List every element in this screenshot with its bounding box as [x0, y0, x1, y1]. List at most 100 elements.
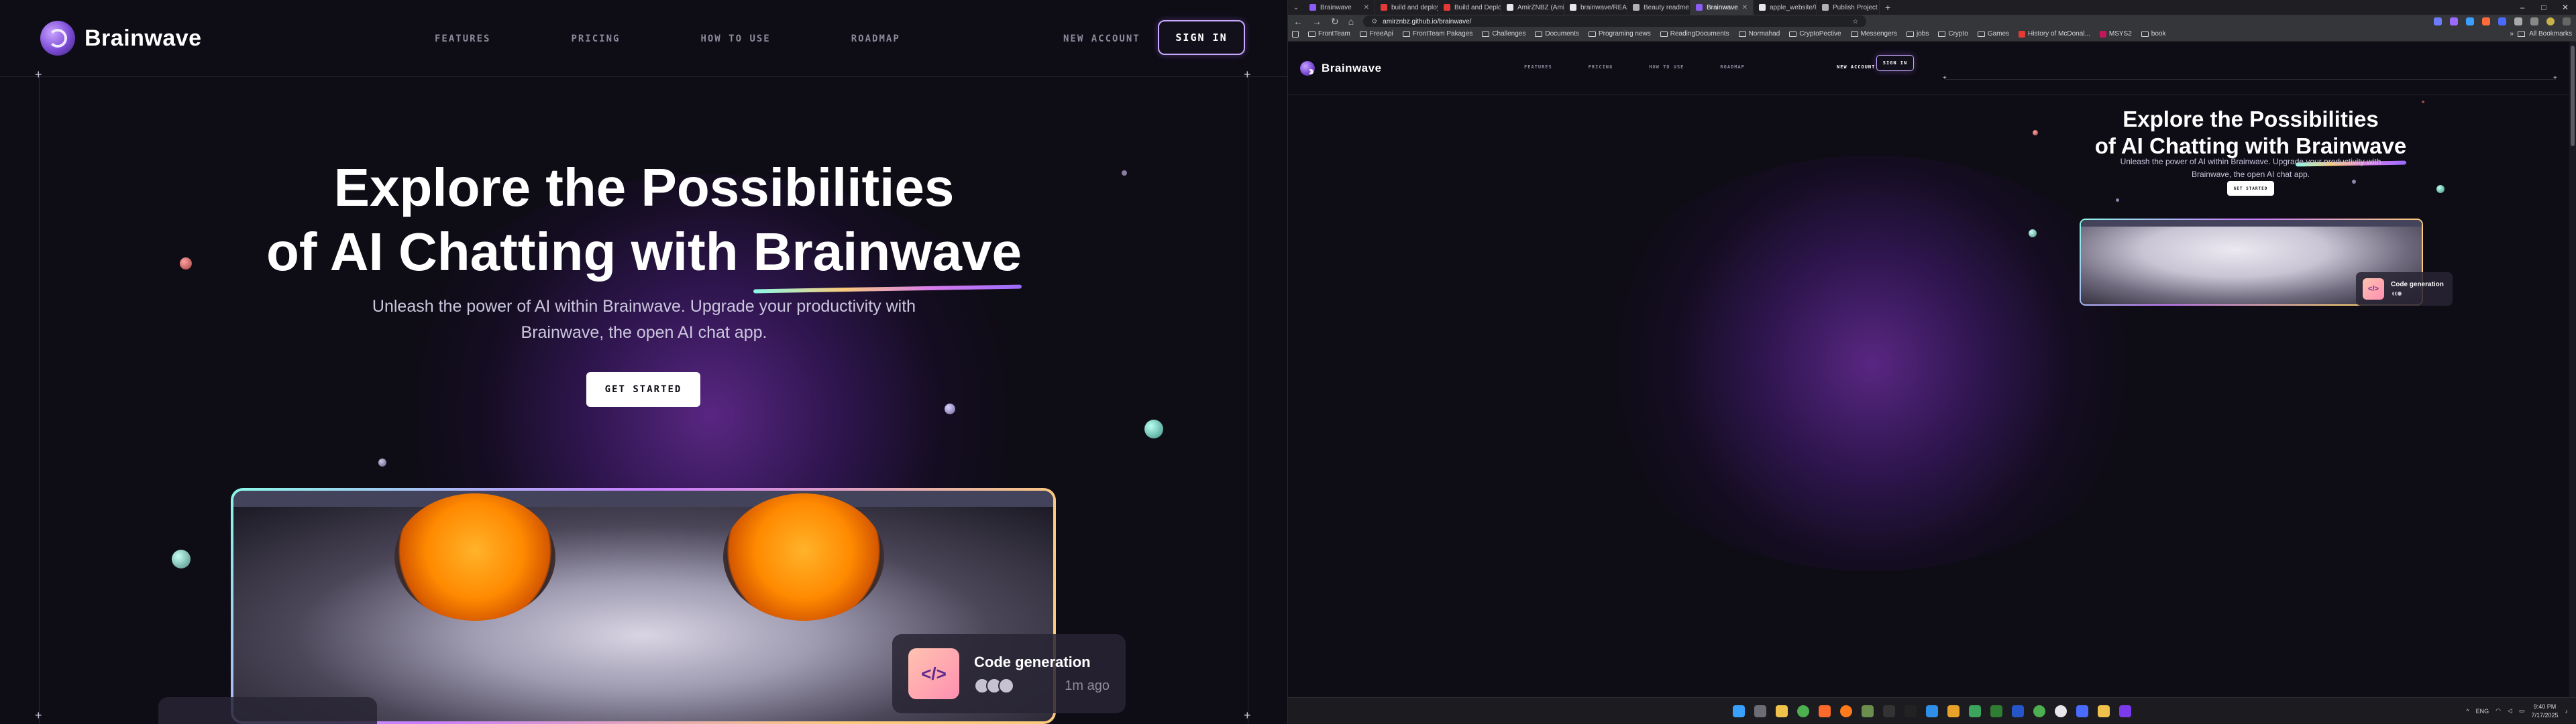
hero-title-accent: Brainwave — [753, 220, 1022, 284]
sign-in-button[interactable]: SIGN IN — [1876, 55, 1914, 71]
close-icon[interactable]: ✕ — [1742, 4, 1748, 11]
browser-tab[interactable]: apple_website/READ✕ — [1754, 0, 1817, 15]
browser-tab[interactable]: build and deploy 3 m✕ — [1375, 0, 1438, 15]
bookmark-folder[interactable]: Programing news — [1588, 30, 1651, 38]
extension-icon[interactable] — [2482, 17, 2490, 25]
nav-pricing[interactable]: PRICING — [1589, 64, 1613, 70]
app-icon[interactable] — [1990, 705, 2002, 717]
minimize-icon[interactable]: – — [2512, 0, 2533, 15]
bookmark-label: Games — [1987, 30, 2010, 38]
nav-features[interactable]: FEATURES — [435, 34, 490, 44]
brand-logo[interactable]: Brainwave — [40, 21, 202, 56]
get-started-button[interactable]: GET STARTED — [586, 372, 700, 407]
extensions-puzzle-icon[interactable] — [2514, 17, 2522, 25]
extension-icon[interactable] — [2434, 17, 2442, 25]
app-icon[interactable] — [1969, 705, 1981, 717]
apps-grid-icon[interactable] — [1292, 30, 1299, 38]
extension-icon[interactable] — [2498, 17, 2506, 25]
nav-roadmap[interactable]: ROADMAP — [1720, 64, 1745, 70]
hero-title-prefix: of AI Chatting with — [266, 222, 753, 282]
app-icon[interactable] — [2012, 705, 2024, 717]
wifi-icon[interactable]: ◠ — [2496, 707, 2501, 715]
chrome-icon[interactable] — [1797, 705, 1809, 717]
more-bookmarks-icon[interactable]: » — [2510, 30, 2514, 38]
bookmark-folder[interactable]: Crypto — [1938, 30, 1968, 38]
app-icon[interactable] — [1947, 705, 1960, 717]
bookmark-folder[interactable]: book — [2141, 30, 2165, 38]
code-generation-card: </> Code generation 1m ago — [892, 634, 1126, 713]
page-scrollbar[interactable] — [2569, 42, 2576, 699]
new-account-link[interactable]: NEW ACCOUNT — [1837, 64, 1875, 70]
bookmark-folder[interactable]: jobs — [1907, 30, 1929, 38]
app-icon[interactable] — [1862, 705, 1874, 717]
browser-tab[interactable]: Publish Project In Git✕ — [1817, 0, 1880, 15]
site-info-icon[interactable]: ⚙ — [1371, 18, 1377, 25]
browser-tab[interactable]: brainwave/README.m✕ — [1564, 0, 1627, 15]
nav-features[interactable]: FEATURES — [1524, 64, 1552, 70]
close-icon[interactable]: ✕ — [1364, 4, 1369, 11]
all-bookmarks[interactable]: » All Bookmarks — [2510, 30, 2572, 38]
terminal-icon[interactable] — [1883, 705, 1895, 717]
bookmark-folder[interactable]: Messengers — [1850, 30, 1897, 38]
taskbar-clock[interactable]: 9:40 PM 7/17/2025 — [2531, 703, 2558, 719]
new-account-link[interactable]: NEW ACCOUNT — [1063, 34, 1140, 44]
brand-logo[interactable]: Brainwave — [1300, 60, 1382, 76]
mail-icon[interactable] — [2076, 705, 2088, 717]
get-started-button[interactable]: GET STARTED — [2227, 181, 2274, 196]
nav-pricing[interactable]: PRICING — [571, 34, 620, 44]
tab-search-icon[interactable]: ⌄ — [1288, 4, 1304, 11]
app-icon[interactable] — [2119, 705, 2131, 717]
extension-icon[interactable] — [2466, 17, 2474, 25]
volume-icon[interactable]: ◁ — [2508, 707, 2512, 715]
file-explorer-icon[interactable] — [1776, 705, 1788, 717]
new-tab-icon[interactable]: + — [1885, 2, 1890, 13]
sidebar-icon[interactable] — [2530, 17, 2538, 25]
bookmark-folder[interactable]: Normahad — [1738, 30, 1780, 38]
bookmark-folder[interactable]: FrontTeam Pakages — [1402, 30, 1472, 38]
back-icon[interactable]: ← — [1293, 16, 1303, 27]
firefox-icon[interactable] — [1840, 705, 1852, 717]
menu-dots-icon[interactable] — [2563, 17, 2571, 25]
bookmark-folder[interactable]: Games — [1977, 30, 2010, 38]
browser-tab[interactable]: Brainwave ✕ — [1304, 0, 1375, 15]
nav-how-to-use[interactable]: HOW TO USE — [700, 34, 770, 44]
vscode-icon[interactable] — [1926, 705, 1938, 717]
nav-roadmap[interactable]: ROADMAP — [851, 34, 900, 44]
bookmark-star-icon[interactable]: ☆ — [1852, 18, 1858, 25]
scrollbar-thumb[interactable] — [2571, 46, 2575, 146]
app-icon[interactable] — [2098, 705, 2110, 717]
battery-icon[interactable]: ▭ — [2519, 707, 2525, 715]
bookmark-folder[interactable]: CryptoPective — [1789, 30, 1841, 38]
folder-icon — [1660, 31, 1668, 37]
profile-avatar[interactable] — [2546, 17, 2555, 25]
browser-tab[interactable]: AmirZNBZ (Amirsalar✕ — [1501, 0, 1564, 15]
start-menu-icon[interactable] — [1733, 705, 1745, 717]
extension-icon[interactable] — [2450, 17, 2458, 25]
home-icon[interactable]: ⌂ — [1348, 16, 1354, 27]
browser-tab-active[interactable]: Brainwave ✕ — [1690, 0, 1754, 15]
reload-icon[interactable]: ↻ — [1331, 16, 1339, 27]
close-window-icon[interactable]: ✕ — [2555, 0, 2576, 15]
bookmark-folder[interactable]: FrontTeam — [1308, 30, 1350, 38]
bookmark-folder[interactable]: Challenges — [1482, 30, 1525, 38]
sign-in-button[interactable]: SIGN IN — [1158, 20, 1245, 55]
bookmark-link[interactable]: MSYS2 — [2099, 30, 2132, 38]
browser-tab[interactable]: Build and Deploy 3 M✕ — [1438, 0, 1501, 15]
bookmark-link[interactable]: History of McDonal... — [2019, 30, 2090, 38]
maximize-icon[interactable]: □ — [2533, 0, 2555, 15]
notification-bell-icon[interactable]: ♪ — [2565, 708, 2569, 715]
brave-icon[interactable] — [1819, 705, 1831, 717]
app-icon[interactable] — [2055, 705, 2067, 717]
chrome-icon[interactable] — [2033, 705, 2045, 717]
bookmark-folder[interactable]: FreeApi — [1359, 30, 1393, 38]
forward-icon[interactable]: → — [1312, 16, 1322, 27]
address-bar[interactable]: ⚙ amirznbz.github.io/brainwave/ ☆ — [1363, 15, 1867, 27]
bookmark-folder[interactable]: ReadingDocuments — [1660, 30, 1729, 38]
input-language[interactable]: ENG — [2476, 708, 2489, 715]
tray-chevron-icon[interactable]: ^ — [2466, 708, 2469, 715]
bookmark-folder[interactable]: Documents — [1535, 30, 1579, 38]
task-view-icon[interactable] — [1754, 705, 1766, 717]
app-icon[interactable] — [1904, 705, 1917, 717]
nav-how-to-use[interactable]: HOW TO USE — [1649, 64, 1684, 70]
browser-tab[interactable]: Beauty readme for G✕ — [1627, 0, 1690, 15]
